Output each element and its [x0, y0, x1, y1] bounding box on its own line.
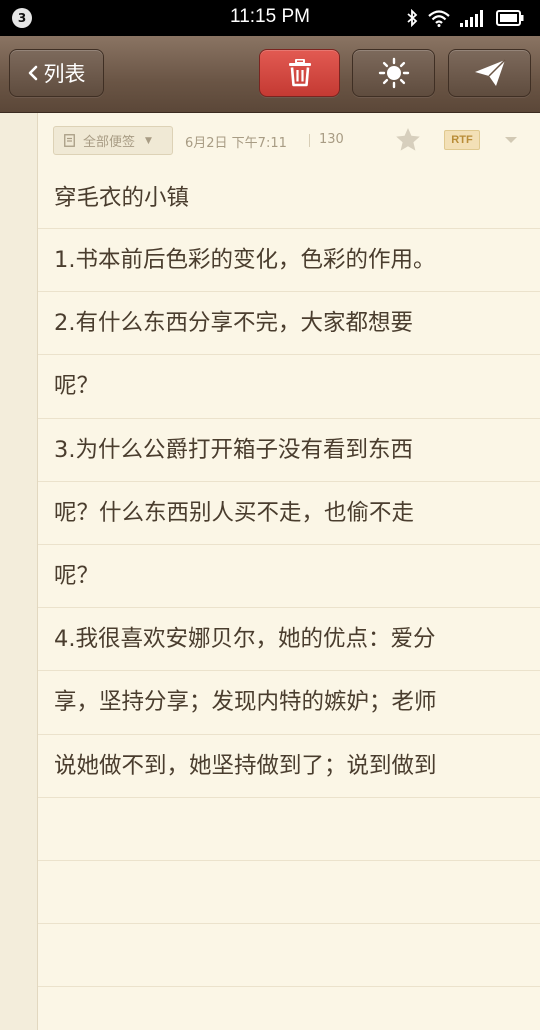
send-button[interactable] [448, 49, 531, 97]
wifi-icon [428, 9, 450, 27]
folder-selector[interactable]: 全部便签 ▼ [53, 126, 173, 155]
note-line: 呢？ [38, 355, 540, 419]
note-line: 3.为什么公爵打开箱子没有看到东西 [38, 419, 540, 482]
note-line: 穿毛衣的小镇 [38, 169, 540, 229]
back-to-list-button[interactable]: 列表 [9, 49, 104, 97]
note-line: 呢？ [38, 545, 540, 609]
battery-icon [496, 10, 524, 26]
send-icon [474, 59, 506, 86]
folder-label: 全部便签 [83, 135, 136, 150]
note-line: 说她做不到，她坚持做到了；说到做到 [38, 735, 540, 798]
delete-button[interactable] [259, 49, 340, 97]
bluetooth-icon [407, 9, 418, 27]
note-line: 享，坚持分享；发现内特的嫉妒；老师 [38, 671, 540, 735]
note-line: 呢？什么东西别人买不走，也偷不走 [38, 482, 540, 545]
meta-divider [309, 134, 310, 147]
note-line [38, 861, 540, 925]
note-date: 6月2日 下午7:11 [185, 136, 287, 151]
rtf-badge[interactable]: RTF [444, 130, 480, 150]
note-line [38, 798, 540, 861]
margin-strip [0, 113, 38, 1030]
note-body[interactable]: 穿毛衣的小镇 1.书本前后色彩的变化，色彩的作用。 2.有什么东西分享不完，大家… [38, 169, 540, 988]
note-line: 2.有什么东西分享不完，大家都想要 [38, 292, 540, 356]
signal-icon [460, 9, 483, 27]
trash-icon [288, 59, 311, 87]
chevron-down-icon[interactable] [504, 136, 518, 144]
note-icon [64, 134, 75, 147]
toolbar: 列表 [0, 36, 540, 113]
char-count: 130 [319, 132, 344, 147]
note-meta-row: 全部便签 ▼ 6月2日 下午7:11 130 RTF [38, 113, 540, 169]
note-area[interactable]: 全部便签 ▼ 6月2日 下午7:11 130 RTF 穿毛衣的小镇 1.书本前后… [38, 113, 540, 1030]
brightness-button[interactable] [352, 49, 435, 97]
status-icons [406, 7, 524, 29]
note-line: 1.书本前后色彩的变化，色彩的作用。 [38, 229, 540, 293]
star-icon[interactable] [395, 127, 421, 152]
back-button-label: 列表 [43, 62, 86, 86]
status-bar: 3 11:15 PM [0, 0, 540, 36]
chevron-left-icon [28, 65, 37, 81]
note-line [38, 924, 540, 988]
chevron-down-icon: ▼ [145, 135, 152, 146]
note-line: 4.我很喜欢安娜贝尔，她的优点：爱分 [38, 608, 540, 672]
brightness-icon [378, 57, 409, 89]
